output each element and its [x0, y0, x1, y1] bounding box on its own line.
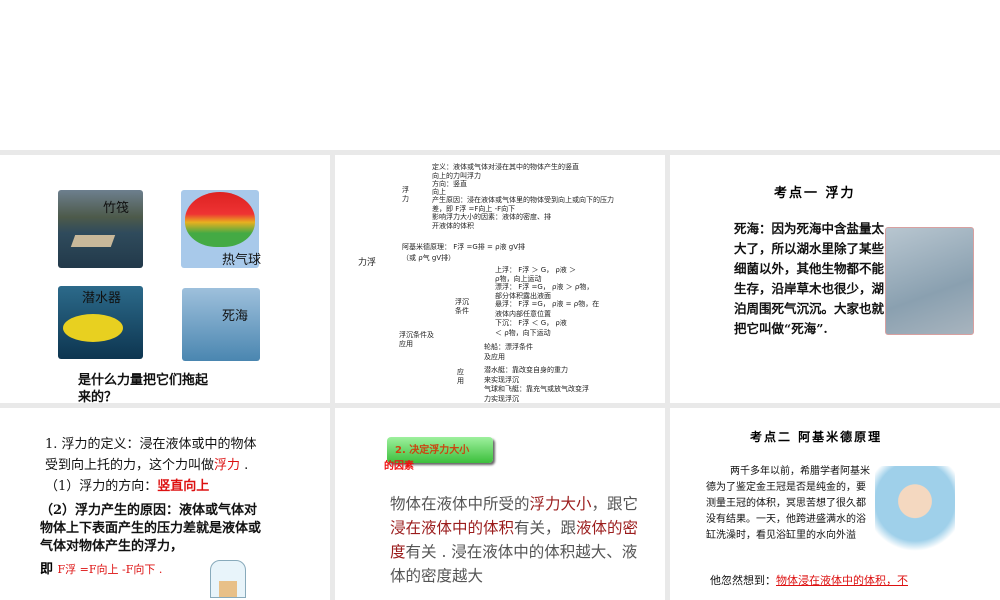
- story-text: 两千多年以前，希腊学者阿基米德为了鉴定金王冠是否是纯金的，要测量王冠的体积，冥思…: [706, 466, 870, 541]
- formula-line: 即 F浮 =F向上 -F向下 .: [40, 558, 162, 577]
- t: 他忽然想到：: [710, 574, 776, 587]
- t: 有关 . 浸在液体中的体积越大、液体的密度越大: [390, 543, 638, 585]
- hl: 浸在液体中的体积: [390, 519, 515, 537]
- node-factors-2: 开液体的体积: [432, 222, 474, 230]
- mindmap-root: 力浮: [358, 258, 377, 268]
- definition-text: 1. 浮力的定义：浸在液体或中的物体 受到向上托的力，这个力叫做浮力 . （1）…: [45, 434, 295, 497]
- slide-thumbnail-6[interactable]: 考点二 阿基米德原理 两千多年以前，希腊学者阿基米德为了鉴定金王冠是否是纯金的，…: [670, 408, 1000, 600]
- label-dead-sea: 死海: [222, 309, 249, 324]
- story-text-2: 他忽然想到：物体浸在液体中的体积，不: [710, 574, 908, 588]
- line-2: 受到向上托的力，这个力叫做浮力 .: [45, 455, 295, 476]
- hl: 浮力大小: [529, 495, 592, 513]
- node-sink-float: 浮沉条件及 应用: [399, 331, 434, 348]
- formula: F浮 =F向上 -F向下 .: [57, 563, 163, 576]
- t: 受到向上托的力，这个力叫做: [45, 458, 215, 473]
- cylinder-diagram: [210, 560, 246, 598]
- label-submersible: 潜水器: [82, 291, 122, 306]
- node-archimedes: 阿基米德原理： F浮 =G排 = ρ液 gV排: [402, 243, 525, 251]
- app-submarine: 潜水艇：靠改变自身的重力: [484, 366, 568, 374]
- cond-sink: 下沉： F浮 ＜ G， ρ液: [495, 319, 567, 327]
- section-button-label-2: 的因素: [384, 461, 414, 472]
- t: 物体在液体中所受的: [390, 495, 530, 513]
- node-cause: 产生原因：浸在液体或气体里的物体受到向上或向下的压力: [432, 196, 614, 204]
- app-balloon: 气球和飞艇：靠充气或放气改变浮: [484, 385, 589, 393]
- slide-thumbnail-2[interactable]: 力浮 浮 力 定义：液体或气体对浸在其中的物体产生的竖直 向上的力叫浮力 方向：…: [335, 155, 665, 403]
- archimedes-bath-image: [875, 466, 955, 554]
- bamboo-raft-image: [58, 190, 143, 268]
- dead-sea-text: 死海：因为死海中含盐量太大了，所以湖水里除了某些细菌以外，其他生物都不能生存，沿…: [734, 219, 894, 339]
- section-button-label: 2. 决定浮力大小: [395, 445, 470, 456]
- node-conditions: 浮沉 条件: [455, 298, 469, 315]
- mindmap-branch-buoyancy: 浮 力: [402, 186, 409, 203]
- cause-text: （2）浮力产生的原因：液体或气体对物体上下表面产生的压力差就是液体或气体对物体产…: [40, 503, 262, 554]
- label-bamboo-raft: 竹筏: [103, 201, 130, 216]
- t: .: [240, 458, 249, 473]
- question-line-2: 来的？: [78, 390, 118, 403]
- node-applications: 应 用: [457, 368, 464, 385]
- line-3: （1）浮力的方向：竖直向上: [45, 476, 295, 497]
- slide-thumbnail-3[interactable]: 考点一 浮力 死海：因为死海中含盐量太大了，所以湖水里除了某些细菌以外，其他生物…: [670, 155, 1000, 403]
- t: 有关，跟: [514, 519, 577, 537]
- factors-text: 物体在液体中所受的浮力大小，跟它浸在液体中的体积有关，跟液体的密度有关 . 浸在…: [390, 492, 640, 588]
- app-ship-2: 及应用: [484, 353, 505, 361]
- dead-sea-image: [182, 288, 260, 361]
- hl: 物体浸在液体中的体积，不: [776, 574, 908, 587]
- t: ，跟它: [591, 495, 639, 513]
- slide-title: 考点一 浮力: [774, 186, 856, 201]
- app-submarine-2: 来实现浮沉: [484, 376, 519, 384]
- app-balloon-2: 力实现浮沉: [484, 395, 519, 403]
- node-factors: 影响浮力大小的因素：液体的密度、排: [432, 213, 551, 221]
- lead: 死海：: [734, 221, 772, 236]
- body: 因为死海中含盐量太大了，所以湖水里除了某些细菌以外，其他生物都不能生存，沿岸草木…: [734, 221, 885, 336]
- dead-sea-photo: [885, 227, 974, 335]
- cond-float: 漂浮： F浮 =G， ρ液 ＞ ρ物，: [495, 283, 594, 291]
- cond-suspend: 悬浮： F浮 =G， ρ液 = ρ物，在: [495, 300, 600, 308]
- cond-rise: 上浮： F浮 ＞ G， ρ液 ＞: [495, 266, 577, 274]
- node-archimedes-2: （或 ρ气 gV排）: [402, 254, 456, 262]
- slide-title: 考点二 阿基米德原理: [750, 430, 883, 444]
- cond-sink-2: ＜ ρ物，向下运动: [495, 329, 551, 337]
- slide-thumbnail-5[interactable]: 2. 决定浮力大小 的因素 物体在液体中所受的浮力大小，跟它浸在液体中的体积有关…: [335, 408, 665, 600]
- slide-thumbnail-4[interactable]: 1. 浮力的定义：浸在液体或中的物体 受到向上托的力，这个力叫做浮力 . （1）…: [0, 408, 330, 600]
- t: 即: [40, 562, 58, 577]
- t: （1）浮力的方向：: [45, 479, 158, 494]
- line-1: 1. 浮力的定义：浸在液体或中的物体: [45, 437, 257, 452]
- highlight: 浮力: [214, 458, 241, 473]
- app-ship: 轮船：漂浮条件: [484, 343, 533, 351]
- cond-suspend-2: 液体内部任意位置: [495, 310, 551, 318]
- slide-thumbnail-1[interactable]: 竹筏 热气球 潜水器 死海 是什么力量把它们拖起 来的？: [0, 155, 330, 403]
- label-hot-air-balloon: 热气球: [222, 253, 262, 268]
- node-definition: 定义：液体或气体对浸在其中的物体产生的竖直: [432, 163, 579, 171]
- highlight: 竖直向上: [157, 479, 210, 494]
